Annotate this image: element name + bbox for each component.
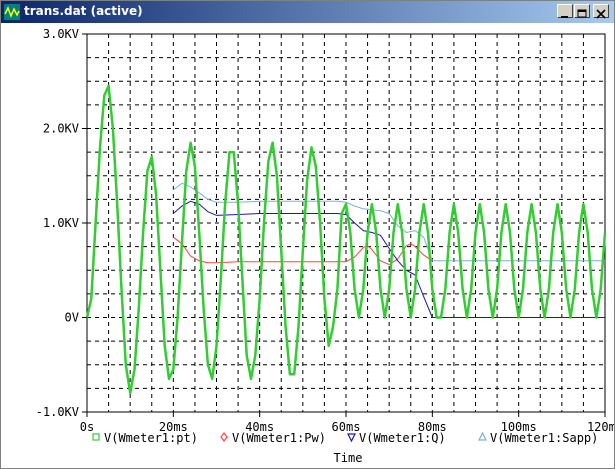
x-axis-label: Time [334, 451, 363, 465]
plot-area[interactable]: -1.0KV0V1.0KV2.0KV3.0KV 0s 20ms 40ms 60ms 80… [1, 1, 614, 468]
y-tick-label: 1.0KV [43, 216, 79, 230]
y-tick-label: 3.0KV [43, 27, 79, 41]
x-tick-label: 0s [80, 420, 94, 434]
y-tick-label: 0V [65, 311, 79, 325]
plot-axes [82, 33, 606, 417]
legend-marker-square [92, 433, 100, 441]
legend-label: V(Wmeter1:Q) [359, 431, 446, 445]
legend-marker-up-triangle [478, 431, 487, 441]
plot-window: trans.dat (active) -1.0KV 0V 1.0KV 2.0KV 3.0… [0, 0, 615, 469]
legend-label: V(Wmeter1:pt) [104, 431, 198, 445]
legend-label: V(Wmeter1:Sapp) [490, 431, 598, 445]
legend-marker-down-triangle [347, 433, 356, 443]
x-tick-label: 60ms [332, 420, 361, 434]
legend-label: V(Wmeter1:Pw) [232, 431, 326, 445]
y-tick-label: -1.0KV [36, 405, 79, 419]
y-tick-label: 2.0KV [43, 122, 79, 136]
legend-marker-diamond [220, 432, 228, 442]
y-tick-labels: -1.0KV 0V 1.0KV 2.0KV 3.0KV [36, 27, 79, 419]
